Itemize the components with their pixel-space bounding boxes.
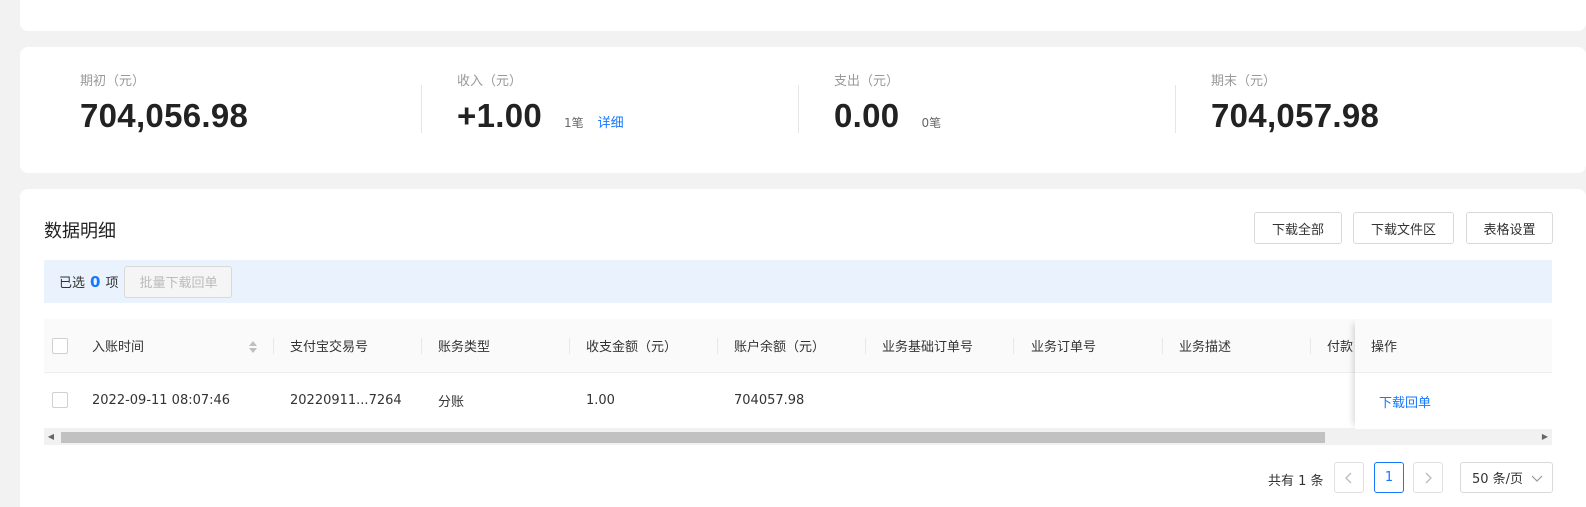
column-header: 支付宝交易号 <box>290 340 369 355</box>
page-size-select[interactable]: 50 条/页 <box>1460 462 1553 493</box>
page-button[interactable]: 1 <box>1374 462 1404 493</box>
column-header: 业务基础订单号 <box>882 340 974 355</box>
page-size-value: 50 条/页 <box>1472 472 1524 487</box>
expense-count: 0笔 <box>921 116 942 130</box>
closing-balance-stat: 期末（元） 704,057.98 <box>1211 73 1379 135</box>
download-all-button[interactable]: 下载全部 <box>1254 212 1342 244</box>
next-page-button[interactable] <box>1413 462 1443 493</box>
row-checkbox[interactable] <box>52 392 68 408</box>
column-separator <box>865 338 866 354</box>
opening-balance-stat: 期初（元） 704,056.98 <box>80 73 248 135</box>
column-header: 业务订单号 <box>1031 340 1097 355</box>
column-header: 账户余额（元） <box>734 340 826 355</box>
opening-balance-label: 期初（元） <box>80 74 146 89</box>
income-count: 1笔 <box>564 116 584 130</box>
chevron-left-icon <box>1345 472 1352 483</box>
scrollbar-thumb[interactable] <box>61 432 1325 443</box>
scroll-left-icon[interactable]: ◀ <box>47 432 55 442</box>
table-settings-button[interactable]: 表格设置 <box>1466 212 1553 244</box>
download-area-button[interactable]: 下载文件区 <box>1353 212 1454 244</box>
selection-bar: 已选 0 项 批量下载回单 <box>44 260 1552 303</box>
selection-suffix: 项 <box>105 276 119 291</box>
column-separator <box>1013 338 1014 354</box>
expense-value: 0.00 <box>834 97 900 134</box>
cell-type: 分账 <box>438 395 465 410</box>
divider <box>1175 85 1176 133</box>
income-label: 收入（元） <box>457 74 523 89</box>
income-value: +1.00 <box>457 97 542 134</box>
chevron-down-icon <box>1531 475 1543 482</box>
expense-stat: 支出（元） 0.00 0笔 <box>834 73 941 135</box>
column-separator <box>273 338 274 354</box>
detail-card: 数据明细 下载全部 下载文件区 表格设置 已选 0 项 批量下载回单 入账时间 … <box>20 189 1586 507</box>
column-header: 账务类型 <box>438 340 491 355</box>
summary-card: 期初（元） 704,056.98 收入（元） +1.00 1笔 详细 支出（元）… <box>20 47 1586 173</box>
column-header: 业务描述 <box>1179 340 1232 355</box>
select-all-checkbox[interactable] <box>52 338 68 354</box>
column-separator <box>717 338 718 354</box>
selection-count: 0 <box>90 272 101 291</box>
table-row: 2022-09-11 08:07:46 20220911...7264 分账 1… <box>44 373 1552 429</box>
top-card <box>20 0 1586 31</box>
data-table: 入账时间 支付宝交易号 账务类型 收支金额（元） 账户余额（元） 业务基础订单号… <box>44 319 1552 447</box>
divider <box>798 85 799 133</box>
column-header: 收支金额（元） <box>586 340 678 355</box>
expense-label: 支出（元） <box>834 74 900 89</box>
divider <box>421 85 422 133</box>
scroll-right-icon[interactable]: ▶ <box>1541 432 1549 442</box>
column-separator <box>569 338 570 354</box>
section-title: 数据明细 <box>44 221 116 242</box>
column-separator <box>1310 338 1311 354</box>
opening-balance-value: 704,056.98 <box>80 97 249 134</box>
column-header[interactable]: 入账时间 <box>92 319 242 372</box>
table-header: 入账时间 支付宝交易号 账务类型 收支金额（元） 账户余额（元） 业务基础订单号… <box>44 319 1552 373</box>
action-column-header: 操作 <box>1355 319 1552 373</box>
cell-amount: 1.00 <box>586 393 615 408</box>
column-separator <box>421 338 422 354</box>
download-receipt-link[interactable]: 下载回单 <box>1355 373 1552 429</box>
cell-trade-no: 20220911...7264 <box>290 393 402 408</box>
income-stat: 收入（元） +1.00 1笔 详细 <box>457 73 624 135</box>
column-separator <box>1162 338 1163 354</box>
batch-download-button[interactable]: 批量下载回单 <box>124 265 233 298</box>
sort-icon[interactable] <box>248 339 258 355</box>
closing-balance-label: 期末（元） <box>1211 74 1277 89</box>
closing-balance-value: 704,057.98 <box>1211 97 1380 134</box>
chevron-right-icon <box>1425 472 1432 483</box>
selection-prefix: 已选 <box>59 276 86 291</box>
prev-page-button[interactable] <box>1334 462 1364 493</box>
fixed-action-column: 操作 下载回单 <box>1355 319 1552 429</box>
cell-balance: 704057.98 <box>734 393 805 408</box>
pagination-total: 共有 1 条 <box>1268 474 1324 489</box>
horizontal-scrollbar[interactable]: ◀ ▶ <box>44 429 1552 445</box>
cell-time: 2022-09-11 08:07:46 <box>92 393 231 408</box>
income-detail-link[interactable]: 详细 <box>598 112 624 131</box>
